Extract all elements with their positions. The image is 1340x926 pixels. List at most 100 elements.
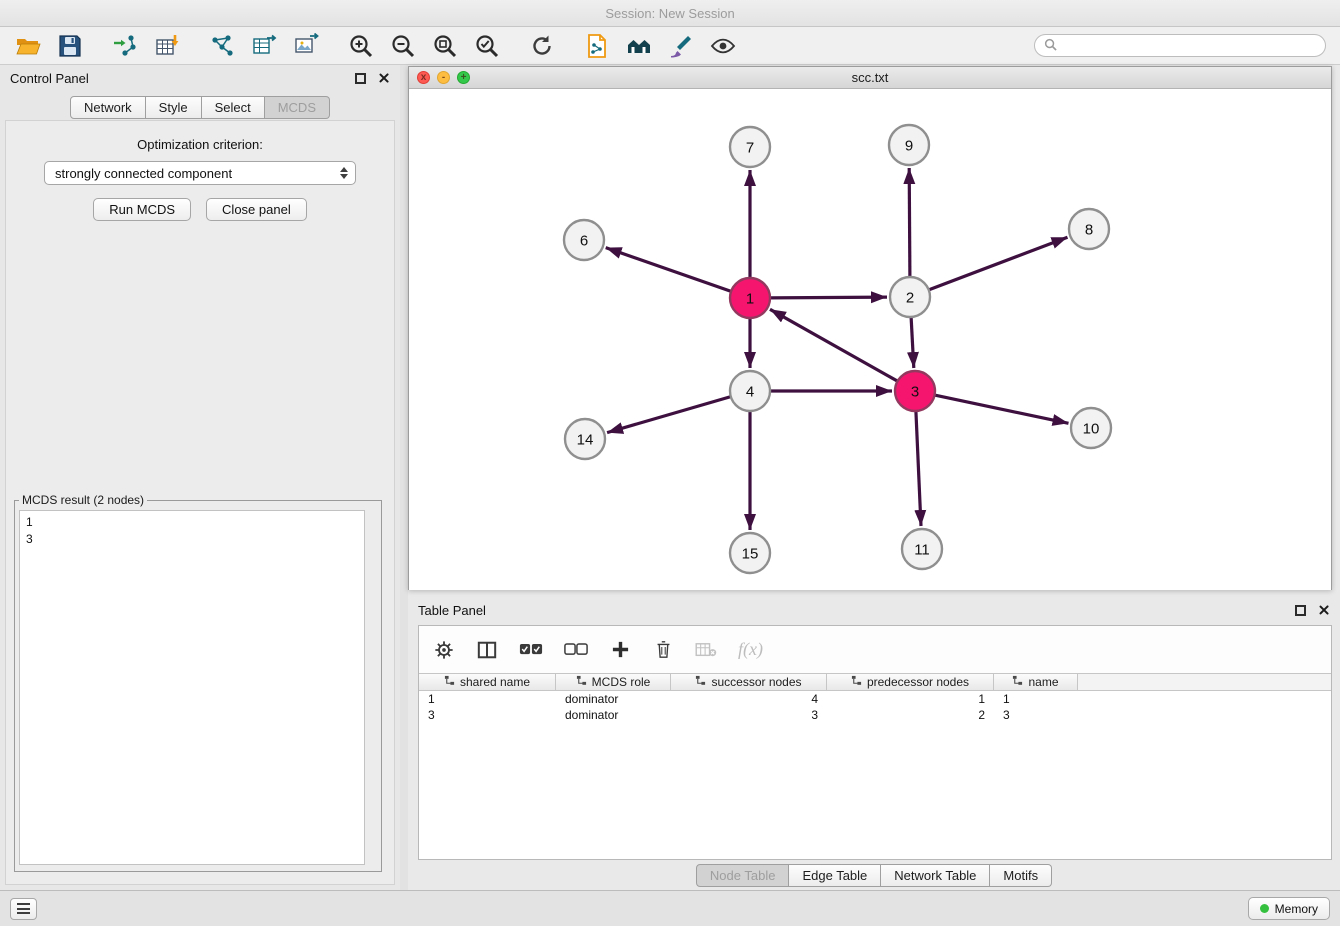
show-columns-icon[interactable] bbox=[476, 639, 498, 661]
zoom-fit-content-icon[interactable] bbox=[431, 32, 458, 59]
criterion-dropdown[interactable]: strongly connected component bbox=[44, 161, 356, 185]
edge-2-8[interactable] bbox=[929, 237, 1068, 290]
column-header-label: predecessor nodes bbox=[867, 675, 969, 689]
show-panels-button[interactable] bbox=[10, 898, 37, 920]
search-box[interactable] bbox=[1034, 34, 1326, 57]
svg-text:15: 15 bbox=[742, 545, 759, 562]
edge-2-3[interactable] bbox=[911, 317, 914, 368]
first-neighbors-icon[interactable] bbox=[625, 32, 652, 59]
node-15[interactable]: 15 bbox=[730, 533, 770, 573]
table-panel-tabs: Node TableEdge TableNetwork TableMotifs bbox=[408, 864, 1340, 887]
column-header-label: name bbox=[1028, 675, 1058, 689]
column-header-successor-nodes[interactable]: successor nodes bbox=[671, 674, 827, 690]
memory-button[interactable]: Memory bbox=[1248, 897, 1330, 920]
node-14[interactable]: 14 bbox=[565, 419, 605, 459]
tab-network-table[interactable]: Network Table bbox=[881, 864, 990, 887]
show-hide-graphics-details-icon[interactable] bbox=[709, 32, 736, 59]
column-header-label: shared name bbox=[460, 675, 530, 689]
control-panel: Control Panel NetworkStyleSelectMCDS Opt… bbox=[0, 65, 400, 890]
zoom-in-icon[interactable] bbox=[347, 32, 374, 59]
edge-3-10[interactable] bbox=[935, 395, 1069, 423]
close-control-panel-icon[interactable] bbox=[378, 72, 390, 84]
table-panel: Table Panel f(x) shared nameMCDS rolesuc… bbox=[408, 598, 1340, 890]
save-session-icon[interactable] bbox=[56, 32, 83, 59]
node-6[interactable]: 6 bbox=[564, 220, 604, 260]
node-1[interactable]: 1 bbox=[730, 278, 770, 318]
node-4[interactable]: 4 bbox=[730, 371, 770, 411]
table-options-icon[interactable] bbox=[433, 639, 455, 661]
close-panel-button[interactable]: Close panel bbox=[206, 198, 307, 221]
zoom-out-icon[interactable] bbox=[389, 32, 416, 59]
tab-motifs[interactable]: Motifs bbox=[990, 864, 1052, 887]
column-tree-icon bbox=[1012, 675, 1023, 689]
add-row-icon[interactable] bbox=[609, 639, 631, 661]
table-row[interactable]: 1dominator411 bbox=[419, 691, 1331, 707]
node-3[interactable]: 3 bbox=[895, 371, 935, 411]
node-9[interactable]: 9 bbox=[889, 125, 929, 165]
zoom-window-icon[interactable]: + bbox=[457, 71, 470, 84]
select-all-rows-icon[interactable] bbox=[519, 639, 543, 661]
run-mcds-button[interactable]: Run MCDS bbox=[93, 198, 191, 221]
node-7[interactable]: 7 bbox=[730, 127, 770, 167]
refresh-network-view-icon[interactable] bbox=[528, 32, 555, 59]
node-11[interactable]: 11 bbox=[902, 529, 942, 569]
table-cell: 4 bbox=[671, 691, 827, 707]
tab-mcds[interactable]: MCDS bbox=[265, 96, 330, 119]
float-panel-icon[interactable] bbox=[355, 73, 366, 84]
optimization-criterion-label: Optimization criterion: bbox=[6, 137, 394, 152]
window-title: Session: New Session bbox=[605, 6, 734, 21]
tab-style[interactable]: Style bbox=[146, 96, 202, 119]
delete-selected-rows-icon[interactable] bbox=[652, 639, 674, 661]
edge-3-11[interactable] bbox=[916, 411, 921, 526]
network-view-window: scc.txt x-+ 7 9 6 8 1 2 4 3 14 10 15 11 bbox=[408, 66, 1332, 590]
edge-4-14[interactable] bbox=[607, 397, 731, 433]
table-cell: 2 bbox=[827, 707, 994, 723]
new-network-table-icon[interactable] bbox=[250, 32, 277, 59]
mcds-tab-content: Optimization criterion: strongly connect… bbox=[5, 120, 395, 885]
memory-button-label: Memory bbox=[1275, 902, 1318, 916]
node-10[interactable]: 10 bbox=[1071, 408, 1111, 448]
column-tree-icon bbox=[695, 675, 706, 689]
table-panel-header: Table Panel bbox=[408, 598, 1340, 622]
mcds-result-title: MCDS result (2 nodes) bbox=[19, 493, 147, 507]
close-window-icon[interactable]: x bbox=[417, 71, 430, 84]
tab-select[interactable]: Select bbox=[202, 96, 265, 119]
copy-network-icon[interactable] bbox=[583, 32, 610, 59]
svg-text:14: 14 bbox=[577, 431, 594, 448]
import-network-from-file-icon[interactable] bbox=[111, 32, 138, 59]
control-panel-tabs: NetworkStyleSelectMCDS bbox=[0, 96, 400, 119]
deselect-all-rows-icon[interactable] bbox=[564, 639, 588, 661]
svg-text:10: 10 bbox=[1083, 420, 1100, 437]
edge-1-6[interactable] bbox=[606, 248, 731, 292]
table-cell: 1 bbox=[994, 691, 1078, 707]
edge-1-2[interactable] bbox=[770, 297, 887, 298]
tab-edge-table[interactable]: Edge Table bbox=[789, 864, 881, 887]
mcds-result-list: 13 bbox=[19, 510, 365, 865]
minimize-window-icon[interactable]: - bbox=[437, 71, 450, 84]
column-header-MCDS-role[interactable]: MCDS role bbox=[556, 674, 671, 690]
panel-splitter[interactable] bbox=[400, 65, 408, 890]
network-window-titlebar[interactable]: scc.txt x-+ bbox=[409, 67, 1331, 89]
float-table-panel-icon[interactable] bbox=[1295, 605, 1306, 616]
open-session-icon[interactable] bbox=[14, 32, 41, 59]
import-table-from-file-icon[interactable] bbox=[153, 32, 180, 59]
edge-2-9[interactable] bbox=[909, 168, 910, 277]
column-header-shared-name[interactable]: shared name bbox=[419, 674, 556, 690]
close-table-panel-icon[interactable] bbox=[1318, 604, 1330, 616]
new-network-icon[interactable] bbox=[208, 32, 235, 59]
svg-text:9: 9 bbox=[905, 137, 913, 154]
network-canvas[interactable]: 7 9 6 8 1 2 4 3 14 10 15 11 bbox=[409, 89, 1331, 590]
zoom-selected-region-icon[interactable] bbox=[473, 32, 500, 59]
edge-3-1[interactable] bbox=[770, 309, 898, 381]
table-row[interactable]: 3dominator323 bbox=[419, 707, 1331, 723]
export-image-icon[interactable] bbox=[292, 32, 319, 59]
delete-table-icon bbox=[695, 639, 717, 661]
tab-network[interactable]: Network bbox=[70, 96, 146, 119]
tab-node-table[interactable]: Node Table bbox=[696, 864, 790, 887]
apply-preferred-style-icon[interactable] bbox=[667, 32, 694, 59]
search-input[interactable] bbox=[1062, 39, 1316, 53]
column-header-predecessor-nodes[interactable]: predecessor nodes bbox=[827, 674, 994, 690]
column-header-name[interactable]: name bbox=[994, 674, 1078, 690]
node-2[interactable]: 2 bbox=[890, 277, 930, 317]
node-8[interactable]: 8 bbox=[1069, 209, 1109, 249]
